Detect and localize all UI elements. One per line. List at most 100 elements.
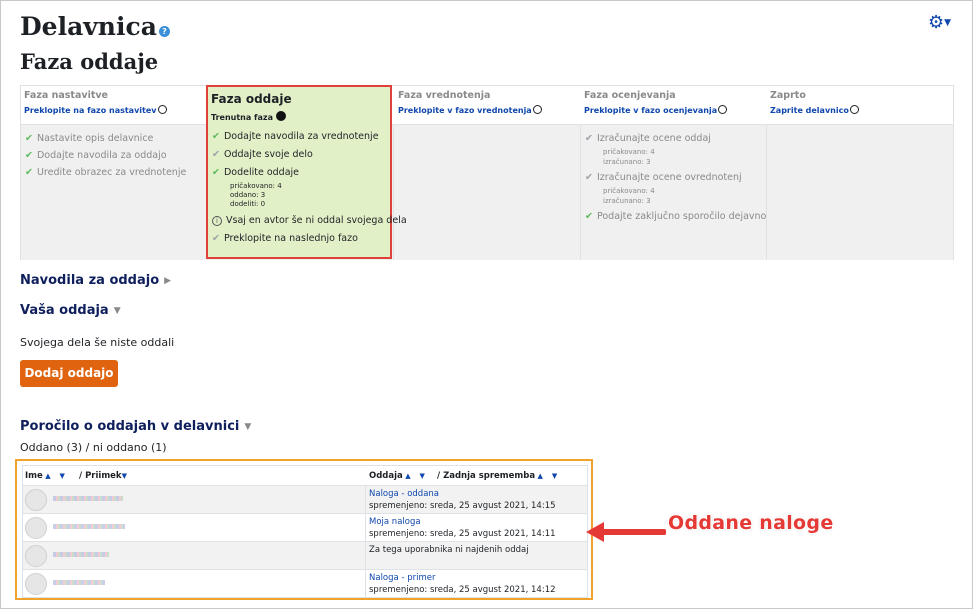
task-item[interactable]: ✔ Dodajte navodila za oddajo bbox=[25, 150, 167, 161]
modified-date: spremenjeno: sreda, 25 avgust 2021, 14:1… bbox=[369, 585, 556, 595]
submission-link[interactable]: Moja naloga bbox=[369, 517, 421, 527]
phase-assessment-name: Faza vrednotenja bbox=[398, 90, 491, 101]
instructions-toggle[interactable]: Navodila za oddajo ▶ bbox=[20, 273, 171, 288]
sort-asc-icon: ▲ bbox=[402, 472, 411, 480]
question-circle-icon[interactable]: ? bbox=[158, 26, 170, 37]
submission-link[interactable]: Naloga - oddana bbox=[369, 489, 439, 499]
task-detail: izračunano: 3 bbox=[603, 158, 651, 166]
phase-setup-header: Faza nastavitve Preklopite na fazo nasta… bbox=[21, 86, 207, 124]
task-item[interactable]: ✔ Nastavite opis delavnice bbox=[25, 133, 153, 144]
phase-closed-header: Zaprto Zaprite delavnico bbox=[767, 86, 953, 124]
divider bbox=[365, 514, 366, 542]
phase-closed-name: Zaprto bbox=[770, 90, 806, 101]
close-workshop-link[interactable]: Zaprite delavnico bbox=[770, 105, 859, 115]
phase-evaluation-name: Faza ocenjevanja bbox=[584, 90, 676, 101]
task-item[interactable]: ✔ Dodajte navodila za vrednotenje bbox=[212, 131, 379, 142]
phase-evaluation-header: Faza ocenjevanja Preklopite v fazo ocenj… bbox=[581, 86, 767, 124]
divider bbox=[766, 124, 767, 260]
page-title: Delavnica? bbox=[20, 12, 170, 41]
table-row: Naloga - primer spremenjeno: sreda, 25 a… bbox=[23, 570, 587, 598]
divider bbox=[365, 542, 366, 570]
submissions-report-table: Ime ▲ ▼ / Priimek▼ Oddaja ▲ ▼ / Zadnja s… bbox=[15, 459, 593, 600]
filled-circle-icon bbox=[275, 111, 286, 121]
phase-assessment-header: Faza vrednotenja Preklopite v fazo vredn… bbox=[395, 86, 581, 124]
divider bbox=[393, 124, 394, 260]
avatar[interactable] bbox=[25, 489, 47, 511]
sort-submission[interactable]: Oddaja ▲ ▼ bbox=[369, 466, 425, 486]
user-name-blurred[interactable] bbox=[53, 552, 109, 557]
sort-last-modified[interactable]: / Zadnja sprememba ▲ ▼ bbox=[437, 466, 558, 486]
divider bbox=[365, 486, 366, 514]
task-item[interactable]: ✔ Uredite obrazec za vrednotenje bbox=[25, 167, 186, 178]
gear-icon[interactable]: ⚙▼ bbox=[928, 12, 951, 33]
sort-last-name[interactable]: / Priimek▼ bbox=[79, 466, 127, 486]
task-detail: oddano: 3 bbox=[230, 191, 266, 199]
task-detail: pričakovano: 4 bbox=[230, 182, 282, 190]
divider bbox=[365, 570, 366, 598]
current-phase-indicator: Trenutna faza bbox=[211, 111, 286, 122]
table-row: Za tega uporabnika ni najdenih oddaj bbox=[23, 542, 587, 570]
sort-asc-icon: ▲ bbox=[42, 472, 51, 480]
switch-to-assessment-link[interactable]: Preklopite v fazo vrednotenja bbox=[398, 105, 542, 115]
sort-desc-icon: ▼ bbox=[419, 472, 425, 480]
divider bbox=[580, 124, 581, 260]
avatar[interactable] bbox=[25, 573, 47, 595]
check-icon: ✔ bbox=[212, 233, 220, 244]
check-icon: ✔ bbox=[585, 133, 593, 144]
circle-icon bbox=[718, 105, 728, 114]
user-name-blurred[interactable] bbox=[53, 580, 105, 585]
user-name-blurred[interactable] bbox=[53, 496, 123, 501]
sort-desc-icon: ▼ bbox=[121, 472, 127, 480]
check-icon: ✔ bbox=[25, 150, 33, 161]
check-icon: ✔ bbox=[25, 167, 33, 178]
sort-asc-icon: ▲ bbox=[535, 472, 543, 480]
table-body: Ime ▲ ▼ / Priimek▼ Oddaja ▲ ▼ / Zadnja s… bbox=[22, 465, 588, 598]
phase-closed-tasks bbox=[767, 124, 953, 260]
avatar[interactable] bbox=[25, 545, 47, 567]
check-icon: ✔ bbox=[585, 172, 593, 183]
report-toggle[interactable]: Poročilo o oddajah v delavnici ▼ bbox=[20, 419, 251, 434]
add-submission-button[interactable]: Dodaj oddajo bbox=[20, 360, 118, 387]
task-item[interactable]: ✔ Izračunajte ocene ovrednotenj bbox=[585, 172, 742, 183]
check-icon: ✔ bbox=[212, 149, 220, 160]
sort-desc-icon: ▼ bbox=[59, 472, 65, 480]
switch-to-evaluation-link[interactable]: Preklopite v fazo ocenjevanja bbox=[584, 105, 728, 115]
info-icon: i bbox=[212, 216, 222, 226]
phase-submission-active: Faza oddaje Trenutna faza ✔ Dodajte navod… bbox=[206, 85, 407, 259]
avatar[interactable] bbox=[25, 517, 47, 539]
report-summary: Oddano (3) / ni oddano (1) bbox=[20, 441, 167, 454]
task-item[interactable]: ✔ Izračunajte ocene oddaj bbox=[585, 133, 711, 144]
check-icon: ✔ bbox=[212, 167, 220, 178]
phase-assessment-tasks bbox=[393, 124, 581, 260]
check-icon: ✔ bbox=[25, 133, 33, 144]
sort-first-name[interactable]: Ime ▲ ▼ bbox=[25, 466, 71, 486]
task-item[interactable]: ✔ Podajte zaključno sporočilo dejavnosti bbox=[585, 211, 778, 222]
task-detail: pričakovano: 4 bbox=[603, 187, 655, 195]
circle-icon bbox=[157, 105, 167, 114]
phase-setup-name: Faza nastavitve bbox=[24, 90, 108, 101]
table-row: Moja naloga spremenjeno: sreda, 25 avgus… bbox=[23, 514, 587, 542]
page-subtitle: Faza oddaje bbox=[20, 49, 159, 74]
phase-grid: Faza nastavitve Preklopite na fazo nasta… bbox=[20, 85, 954, 260]
task-item: i Vsaj en avtor še ni oddal svojega dela bbox=[212, 215, 407, 226]
caret-down-icon: ▼ bbox=[944, 18, 952, 28]
no-submission-text: Za tega uporabnika ni najdenih oddaj bbox=[369, 545, 529, 555]
callout-label: Oddane naloge bbox=[668, 512, 834, 534]
table-row: Naloga - oddana spremenjeno: sreda, 25 a… bbox=[23, 486, 587, 514]
user-name-blurred[interactable] bbox=[53, 524, 125, 529]
circle-icon bbox=[532, 105, 542, 114]
your-submission-toggle[interactable]: Vaša oddaja ▼ bbox=[20, 303, 121, 318]
task-detail: dodeliti: 0 bbox=[230, 200, 266, 208]
submission-link[interactable]: Naloga - primer bbox=[369, 573, 435, 583]
arrow-left-icon bbox=[586, 522, 666, 542]
check-icon: ✔ bbox=[585, 211, 593, 222]
task-detail: pričakovano: 4 bbox=[603, 148, 655, 156]
task-item[interactable]: ✔ Preklopite na naslednjo fazo bbox=[212, 233, 358, 244]
task-item[interactable]: ✔ Oddajte svoje delo bbox=[212, 149, 313, 160]
task-item[interactable]: ✔ Dodelite oddaje bbox=[212, 167, 299, 178]
phase-setup-tasks: ✔ Nastavite opis delavnice ✔ Dodajte navod… bbox=[21, 124, 207, 260]
circle-icon bbox=[849, 105, 859, 114]
sort-desc-icon: ▼ bbox=[551, 472, 558, 480]
phase-submission-name: Faza oddaje bbox=[211, 92, 292, 106]
switch-to-setup-link[interactable]: Preklopite na fazo nastavitev bbox=[24, 105, 167, 115]
